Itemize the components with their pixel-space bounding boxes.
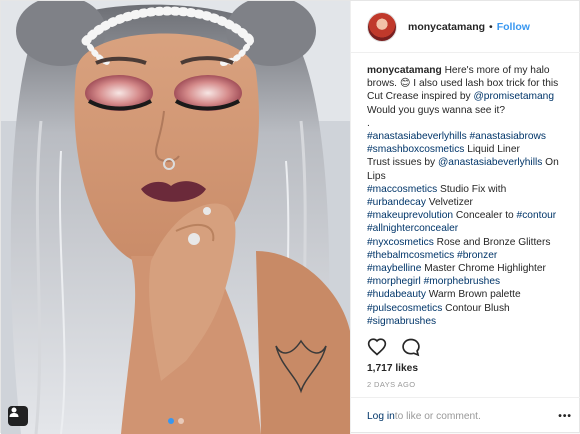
hashtag[interactable]: #morphegirl [367,276,421,287]
caption-mention-promisetamang[interactable]: @promisetamang [473,91,554,102]
caption-mention[interactable]: @anastasiabeverlyhills [438,157,542,168]
header-username[interactable]: monycatamang [408,21,485,33]
caption-text: Concealer to [453,210,517,222]
hashtag[interactable]: #urbandecay [367,197,426,208]
hashtag[interactable]: #anastasiabrows [470,131,546,142]
hashtag[interactable]: #hudabeauty [367,289,426,300]
caption-line: Trust issues by @anastasiabeverlyhills O… [367,156,569,182]
more-options-button[interactable]: ••• [558,411,572,422]
person-tag-icon[interactable] [8,406,28,426]
caption-line: #smashboxcosmetics Liquid Liner [367,143,569,156]
hashtag[interactable]: #maybelline [367,263,421,274]
follow-button[interactable]: Follow [497,21,530,33]
hashtag[interactable]: #thebalmcosmetics [367,250,454,261]
portrait-illustration [1,1,350,434]
caption-text: Master Chrome Highlighter [421,263,546,275]
hashtag[interactable]: #morphebrushes [424,276,500,287]
post-caption: monycatamang Here's more of my halo brow… [351,53,580,337]
hashtag[interactable]: #maccosmetics [367,184,437,195]
caption-text: Rose and Bronze Glitters [433,236,551,248]
caption-text: Contour Blush [442,302,510,314]
hashtag[interactable]: #bronzer [457,250,497,261]
post-actions [367,337,421,357]
caption-text-2: Would you guys wanna see it? [367,104,505,116]
comment-bar: Log in to like or comment. ••• [351,397,580,434]
carousel-dot [177,418,184,424]
carousel-dots [167,418,184,424]
caption-dot: . [367,117,370,129]
caption-line: #urbandecay Velvetizer [367,196,569,209]
header-meta: monycatamang • Follow [408,21,530,33]
caption-username[interactable]: monycatamang [367,65,442,76]
post-age: 2 DAYS AGO [367,380,416,389]
hashtag[interactable]: #contour [517,210,557,221]
hashtag[interactable]: #nyxcosmetics [367,237,434,248]
likes-count[interactable]: 1,717 likes [367,363,418,374]
caption-line: #nyxcosmetics Rose and Bronze Glitters [367,236,569,249]
header-separator: • [489,20,493,33]
instagram-post: monycatamang • Follow monycatamang Here'… [0,0,580,434]
caption-line: #anastasiabeverlyhills #anastasiabrows [367,130,569,143]
caption-line: #maccosmetics Studio Fix with [367,183,569,196]
caption-text: Velvetizer [425,197,473,209]
caption-line: #hudabeauty Warm Brown palette [367,288,569,301]
caption-text: Liquid Liner [464,144,520,156]
post-header: monycatamang • Follow [351,1,580,53]
hashtag[interactable]: #sigmabrushes [367,316,436,327]
caption-line: #maybelline Master Chrome Highlighter [367,262,569,275]
login-prompt-text: to like or comment. [394,410,481,422]
heart-icon[interactable] [367,337,387,357]
hashtag[interactable]: #smashboxcosmetics [367,144,464,155]
comment-bubble-icon[interactable] [401,337,421,357]
carousel-dot-active [167,418,174,424]
caption-line: #allnighterconcealer [367,222,569,235]
caption-line: #pulsecosmetics Contour Blush [367,302,569,315]
avatar[interactable] [367,11,397,42]
caption-line: #thebalmcosmetics #bronzer [367,249,569,262]
caption-intro: monycatamang Here's more of my halo brow… [367,64,569,117]
hashtag[interactable]: #makeuprevolution [367,210,453,221]
caption-line: #morphegirl #morphebrushes [367,275,569,288]
hashtag[interactable]: #pulsecosmetics [367,303,442,314]
caption-text: Warm Brown palette [425,289,521,301]
caption-text: Trust issues by [367,157,438,169]
post-sidebar: monycatamang • Follow monycatamang Here'… [350,1,580,434]
post-photo[interactable] [1,1,350,434]
login-link[interactable]: Log in [367,411,395,422]
hashtag[interactable]: #anastasiabeverlyhills [367,131,467,142]
caption-line: #sigmabrushes [367,315,569,328]
caption-text: Studio Fix with [437,183,507,195]
caption-line: #makeuprevolution Concealer to #contour [367,209,569,222]
hashtag[interactable]: #allnighterconcealer [367,223,458,234]
